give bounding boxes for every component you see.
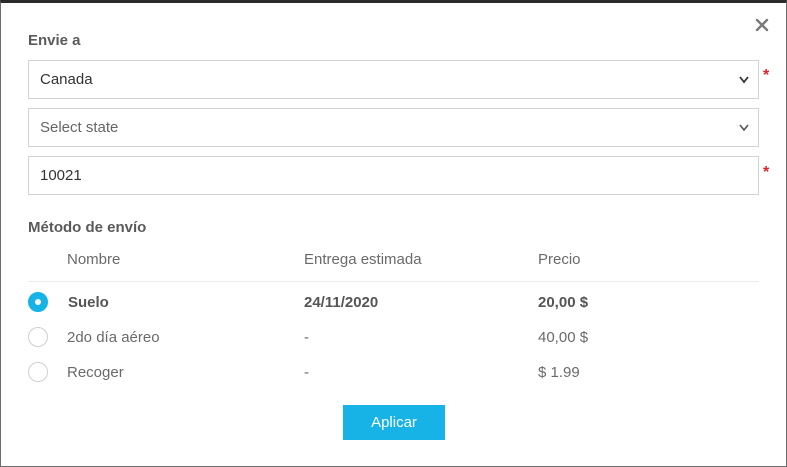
chevron-down-icon [739, 76, 749, 84]
postal-code-input[interactable]: 10021 [28, 156, 759, 195]
country-required-mark: * [763, 67, 770, 84]
shipping-method-title: Método de envío [28, 219, 147, 236]
option-name: Suelo [68, 294, 109, 311]
shipping-option-row[interactable]: 2do día aéreo - 40,00 $ [1, 323, 787, 353]
chevron-down-icon [739, 124, 749, 132]
option-name: Recoger [67, 364, 124, 381]
option-price: 40,00 $ [538, 329, 589, 346]
close-icon [755, 18, 769, 32]
country-select[interactable]: Canada [28, 60, 759, 99]
option-estimate: 24/11/2020 [304, 294, 379, 311]
radio-button-selected[interactable] [28, 292, 48, 312]
close-button[interactable] [752, 15, 772, 35]
column-header-price: Precio [538, 251, 581, 268]
country-value: Canada [40, 71, 93, 88]
postal-code-value: 10021 [40, 167, 82, 184]
apply-button[interactable]: Aplicar [343, 405, 445, 440]
option-estimate: - [304, 364, 309, 381]
shipping-dialog: Envie a Canada * Select state 10021 * Mé… [0, 0, 787, 467]
state-placeholder: Select state [40, 119, 119, 136]
radio-button[interactable] [28, 327, 48, 347]
radio-button[interactable] [28, 362, 48, 382]
postal-required-mark: * [763, 164, 770, 181]
shipping-option-row[interactable]: Recoger - $ 1.99 [1, 358, 787, 388]
shipping-option-row[interactable]: Suelo 24/11/2020 20,00 $ [1, 288, 787, 318]
option-price: $ 1.99 [538, 364, 580, 381]
column-header-estimate: Entrega estimada [304, 251, 422, 268]
ship-to-title: Envie a [28, 32, 81, 49]
option-name: 2do día aéreo [67, 329, 160, 346]
state-select[interactable]: Select state [28, 108, 759, 147]
option-estimate: - [304, 329, 309, 346]
column-header-name: Nombre [67, 251, 121, 268]
option-price: 20,00 $ [538, 294, 589, 311]
header-divider [28, 281, 759, 282]
